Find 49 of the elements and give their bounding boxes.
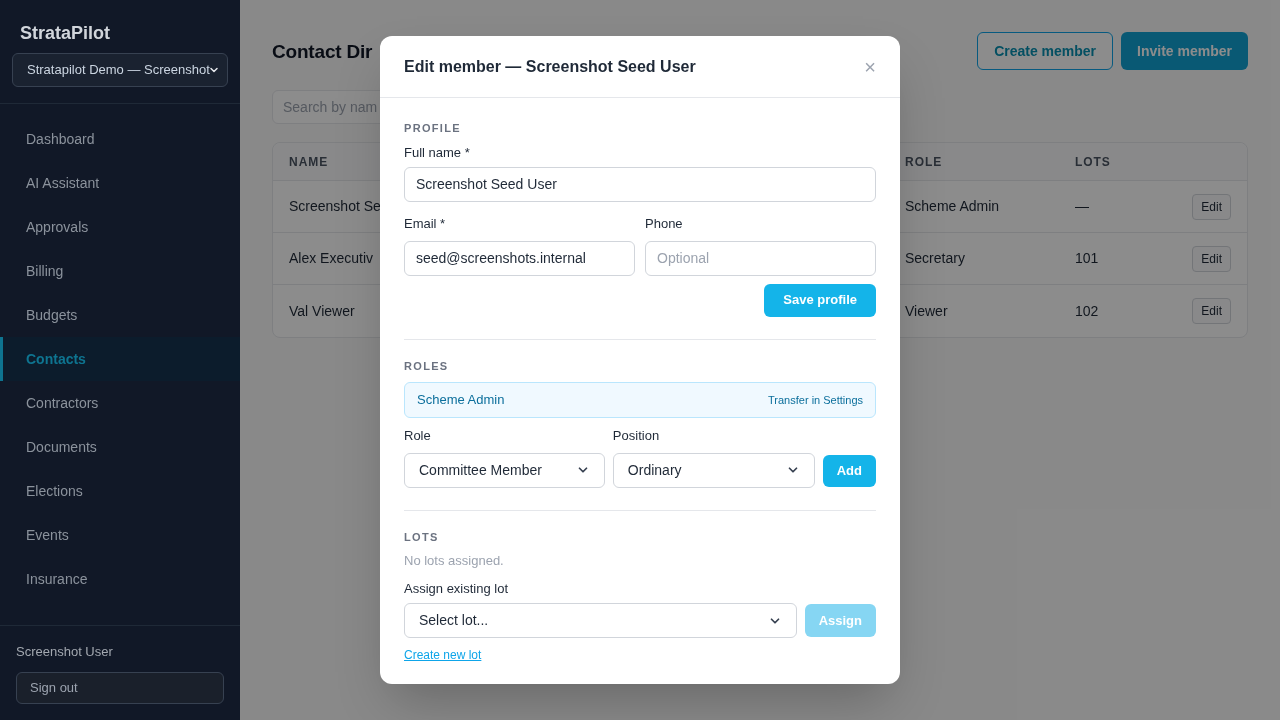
table-cell-text: Secretary <box>905 249 966 268</box>
position-select[interactable]: Ordinary <box>612 452 815 488</box>
nav-item[interactable]: AI Assistant <box>0 161 240 205</box>
nav-item[interactable]: Approvals <box>0 205 240 249</box>
column-header: NAME <box>288 153 330 171</box>
nav-item[interactable]: Contractors <box>0 381 240 425</box>
table-cell-text: Viewer <box>905 301 949 321</box>
table-cell-text: Screenshot Se <box>288 197 381 216</box>
section-heading: PROFILE <box>404 121 462 136</box>
dialog-title: Edit member — Screenshot Seed User <box>404 56 696 77</box>
table-cell-text: Scheme Admin <box>905 197 1001 216</box>
edit-button[interactable]: Edit <box>1192 193 1231 220</box>
field-label: Phone <box>645 215 684 233</box>
edit-button[interactable]: Edit <box>1192 298 1231 324</box>
table-cell-text: 101 <box>1075 249 1100 268</box>
field-label: Email * <box>404 215 447 233</box>
nav-item[interactable]: Dashboard <box>0 117 240 161</box>
section-heading: LOTS <box>404 529 440 545</box>
lot-select[interactable]: Select lot... <box>404 603 797 638</box>
field-label: Assign existing lot <box>404 579 510 598</box>
empty-message: No lots assigned. <box>404 552 505 570</box>
nav-item[interactable]: Contacts <box>0 337 240 381</box>
column-header: ROLE <box>905 153 944 171</box>
table-cell-text: 102 <box>1075 301 1100 321</box>
nav-item[interactable]: Elections <box>0 469 240 513</box>
transfer-link[interactable]: Transfer in Settings <box>768 391 863 409</box>
page-title: Contact Dir <box>272 40 373 64</box>
section-heading: ROLES <box>404 358 450 374</box>
field-label: Position <box>612 427 661 445</box>
field-label: Role <box>404 427 432 445</box>
full-name-field[interactable]: Screenshot Seed User <box>404 167 876 202</box>
role-select[interactable]: Committee Member <box>404 452 605 488</box>
nav-item[interactable]: Insurance <box>0 557 240 601</box>
sign-out-button[interactable]: Sign out <box>16 672 224 704</box>
table-cell-text: Val Viewer <box>288 301 356 321</box>
table-cell-text: Alex Executiv <box>288 249 375 268</box>
email-field[interactable]: seed@screenshots.internal <box>404 240 635 276</box>
nav-item[interactable]: Events <box>0 513 240 557</box>
scheme-select[interactable]: Stratapilot Demo — Screenshot <box>12 53 228 87</box>
role-name: Scheme Admin <box>417 391 505 410</box>
nav-item[interactable]: Billing <box>0 249 240 293</box>
table-cell-text: — <box>1075 197 1090 216</box>
brand-title: StrataPilot <box>19 22 112 44</box>
user-name: Screenshot User <box>16 643 114 661</box>
nav-item[interactable]: Documents <box>0 425 240 469</box>
field-label: Full name * <box>404 143 471 162</box>
column-header: LOTS <box>1075 153 1112 171</box>
nav-item[interactable]: Budgets <box>0 293 240 337</box>
edit-button[interactable]: Edit <box>1192 245 1231 272</box>
